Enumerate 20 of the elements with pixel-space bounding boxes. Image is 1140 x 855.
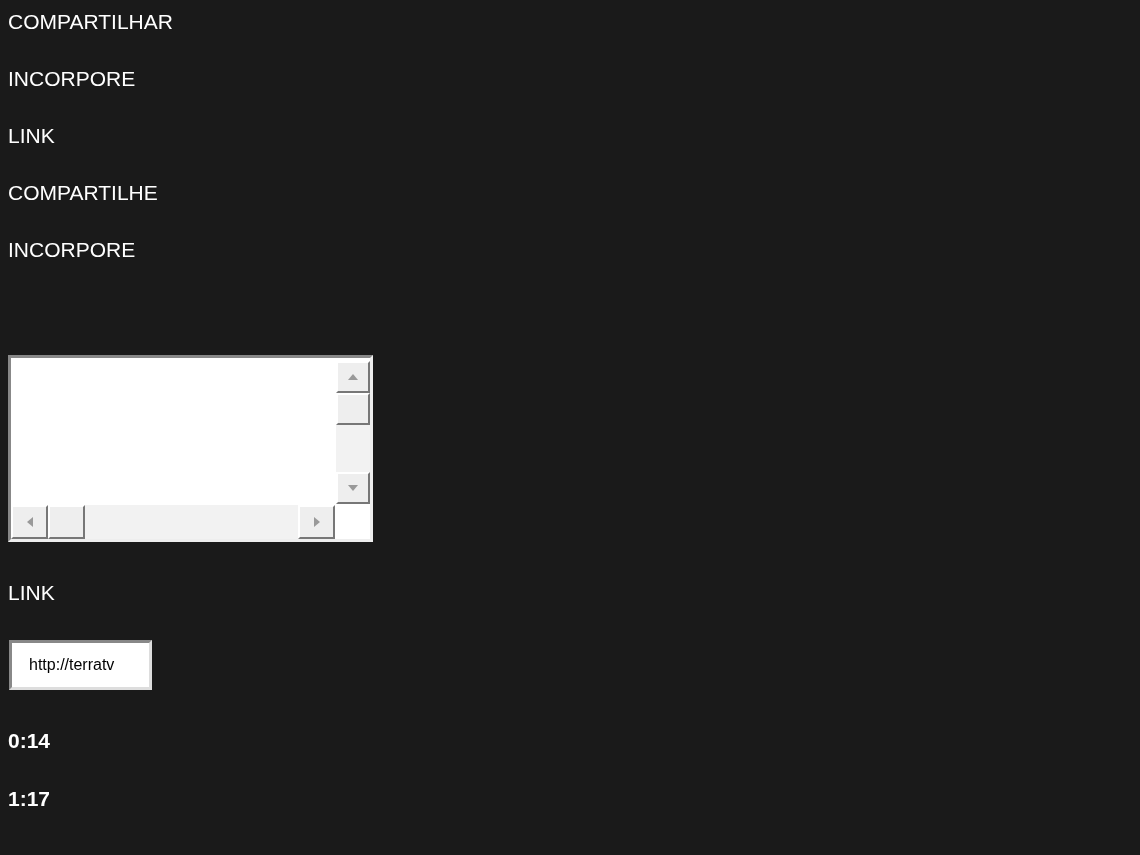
section-heading: LINK: [8, 124, 55, 148]
down-arrow-icon: [348, 485, 358, 491]
section-heading: INCORPORE: [8, 67, 136, 91]
time-label: 0:14: [8, 729, 51, 753]
scrollbar-thumb[interactable]: [336, 393, 370, 425]
up-arrow-icon: [348, 374, 358, 380]
left-arrow-icon: [26, 517, 33, 527]
link-field[interactable]: http://terratv: [9, 640, 152, 690]
time-label: 1:17: [8, 787, 51, 811]
section-heading: INCORPORE: [8, 238, 136, 262]
right-arrow-icon: [313, 517, 320, 527]
scrollbar-thumb[interactable]: [48, 505, 85, 539]
section-heading: LINK: [8, 581, 55, 605]
scroll-left-button[interactable]: [11, 505, 48, 539]
section-heading: COMPARTILHAR: [8, 10, 173, 34]
embed-code-box[interactable]: [8, 355, 373, 542]
section-heading: COMPARTILHE: [8, 181, 158, 205]
scroll-right-button[interactable]: [298, 505, 335, 539]
scroll-down-button[interactable]: [336, 472, 370, 504]
scroll-up-button[interactable]: [336, 361, 370, 393]
